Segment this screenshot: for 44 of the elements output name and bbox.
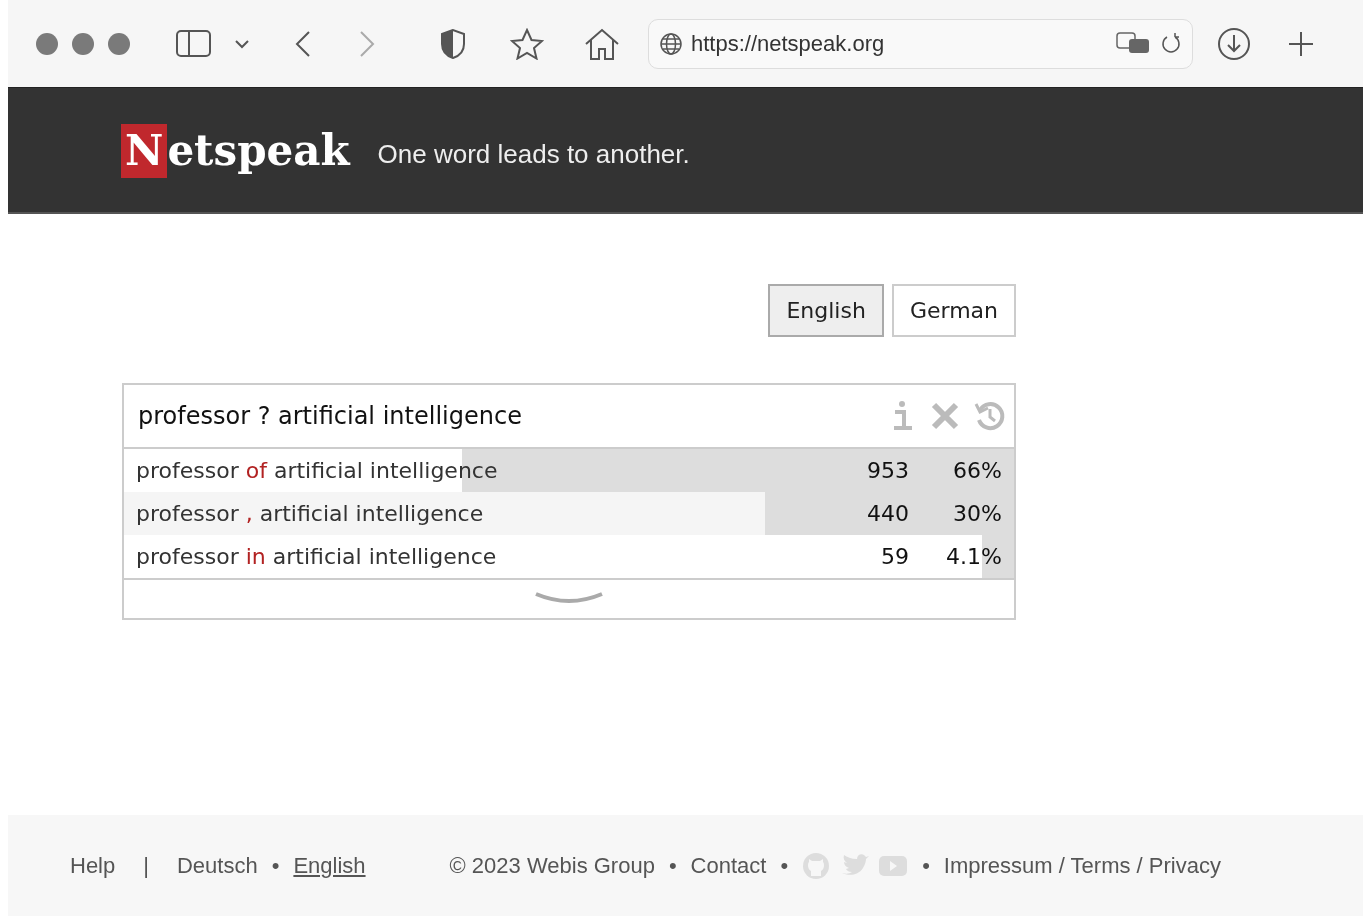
separator: | [143,852,149,880]
result-phrase: professor of artificial intelligence [135,457,499,485]
language-link[interactable]: Deutsch [176,849,258,882]
home-icon[interactable] [584,26,620,61]
result-percent: 4.1% [945,543,1003,571]
back-icon[interactable] [294,28,312,59]
copyright-text: © 2023 Webis Group [449,852,655,880]
window-zoom-button[interactable] [108,32,130,55]
result-count: 59 [880,543,909,571]
address-bar[interactable]: https://netspeak.org [648,18,1193,69]
result-percent: 30% [952,500,1003,528]
new-tab-icon[interactable] [1287,29,1315,58]
result-phrase: professor , artificial intelligence [135,500,485,528]
sidebar-icon[interactable] [176,28,212,59]
contact-link[interactable]: Contact [690,849,767,882]
globe-icon [659,31,683,56]
window-close-button[interactable] [36,32,58,55]
bullet-separator: • [780,852,789,880]
result-row[interactable]: professor in artificial intelligence 59 4.1% [124,535,1014,578]
forward-icon[interactable] [358,28,376,59]
download-icon[interactable] [1217,26,1251,61]
legal-links[interactable]: Impressum / Terms / Privacy [943,849,1221,882]
query-field[interactable]: professor ? artificial intelligence [136,397,890,435]
result-count: 953 [866,457,909,485]
result-count: 440 [866,500,909,528]
language-link[interactable]: English [293,849,366,882]
language-button[interactable]: English [768,284,884,337]
star-icon[interactable] [510,27,544,60]
language-button[interactable]: German [891,284,1016,337]
result-row[interactable]: professor , artificial intelligence 440 30% [124,492,1014,535]
bullet-separator: • [922,852,930,880]
window-minimize-button[interactable] [72,32,94,55]
result-percent: 66% [952,457,1003,485]
bullet-separator: • [668,852,677,880]
shield-icon[interactable] [440,27,466,60]
result-row[interactable]: professor of artificial intelligence 953 66% [124,449,1014,492]
result-phrase: professor in artificial intelligence [135,543,498,571]
tagline: One word leads to another. [377,137,690,171]
bullet-separator: • [271,852,280,880]
chevron-down-icon[interactable] [234,37,250,50]
reload-icon[interactable] [1160,31,1182,56]
url-text: https://netspeak.org [691,30,886,58]
help-link[interactable]: Help [70,849,116,882]
netspeak-logo[interactable]: Netspeak [121,118,350,182]
